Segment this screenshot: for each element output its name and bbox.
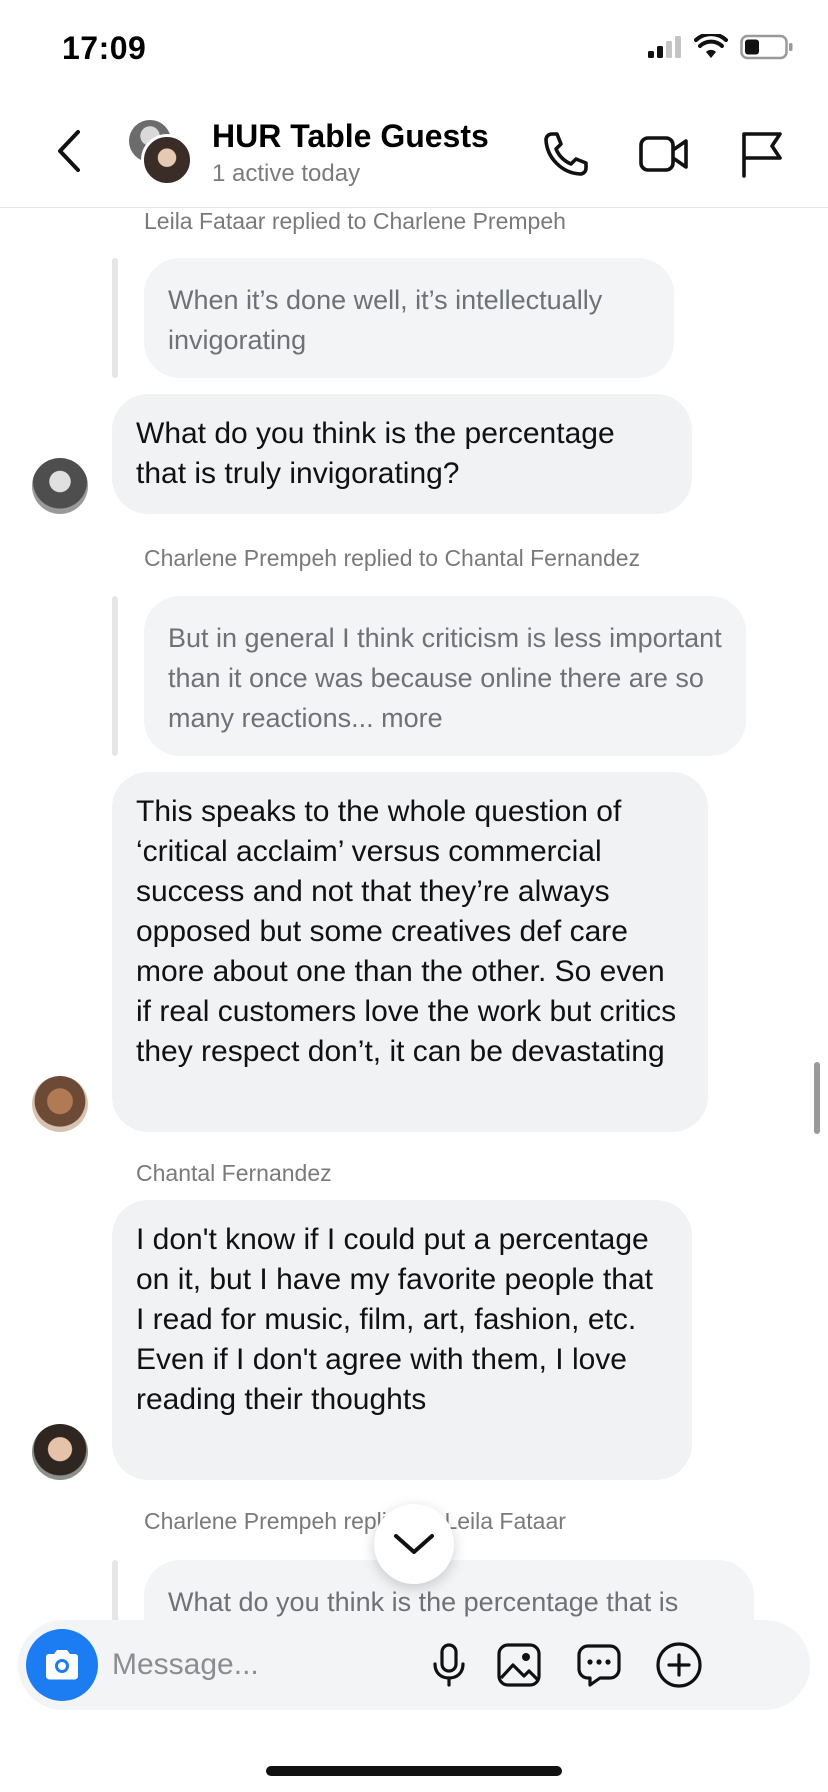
voice-message-button[interactable] — [424, 1640, 474, 1690]
quote-bar — [112, 1560, 118, 1620]
chat-title[interactable]: HUR Table Guests — [212, 118, 489, 155]
message-thread[interactable]: Leila Fataar replied to Charlene Prempeh… — [0, 208, 828, 1620]
scroll-to-bottom-button[interactable] — [374, 1504, 454, 1584]
flag-icon[interactable] — [734, 126, 790, 182]
message-bubble[interactable]: What do you think is the percentage that… — [112, 394, 692, 514]
quoted-message[interactable]: When it’s done well, it’s intellectually… — [144, 258, 674, 378]
sender-avatar[interactable] — [32, 1076, 88, 1132]
home-indicator[interactable] — [266, 1766, 562, 1776]
video-call-icon[interactable] — [636, 126, 692, 182]
sender-avatar[interactable] — [32, 1424, 88, 1480]
battery-icon — [740, 34, 793, 60]
quote-bar — [112, 258, 118, 378]
quote-bar — [112, 596, 118, 756]
gallery-button[interactable] — [494, 1640, 544, 1690]
microphone-icon — [433, 1643, 465, 1687]
image-icon — [497, 1643, 541, 1687]
quoted-message[interactable]: What do you think is the percentage that… — [144, 1560, 754, 1620]
reply-context: Charlene Prempeh replied to Chantal Fern… — [144, 545, 641, 571]
reply-context: Charlene Prempeh replied to Leila Fataar — [144, 1508, 566, 1534]
message-bubble[interactable]: I don't know if I could put a percentage… — [112, 1200, 692, 1480]
group-avatar[interactable] — [127, 118, 193, 186]
sender-avatar[interactable] — [32, 458, 88, 514]
wifi-icon — [694, 34, 728, 58]
more-options-button[interactable] — [654, 1640, 704, 1690]
reply-context: Leila Fataar replied to Charlene Prempeh — [144, 208, 566, 234]
chevron-down-icon — [394, 1534, 434, 1554]
status-time: 17:09 — [62, 30, 147, 66]
status-bar: 17:09 — [0, 0, 828, 100]
message-composer — [18, 1620, 810, 1710]
plus-circle-icon — [656, 1642, 702, 1688]
phone-call-icon[interactable] — [538, 126, 594, 182]
quoted-message[interactable]: But in general I think criticism is less… — [144, 596, 746, 756]
sender-name: Chantal Fernandez — [136, 1160, 332, 1186]
chat-bubble-icon — [577, 1644, 621, 1687]
scroll-indicator[interactable] — [814, 1062, 820, 1134]
message-bubble[interactable]: This speaks to the whole question of ‘cr… — [112, 772, 708, 1132]
status-icons — [646, 34, 794, 60]
message-input[interactable] — [112, 1640, 472, 1690]
sticker-button[interactable] — [574, 1640, 624, 1690]
back-arrow-icon[interactable] — [50, 126, 90, 176]
member-avatar — [141, 134, 193, 186]
activity-status: 1 active today — [212, 160, 361, 187]
camera-button[interactable] — [26, 1629, 98, 1701]
cellular-signal-icon — [648, 36, 681, 58]
chat-header: HUR Table Guests 1 active today — [0, 100, 828, 208]
camera-icon — [46, 1650, 78, 1680]
